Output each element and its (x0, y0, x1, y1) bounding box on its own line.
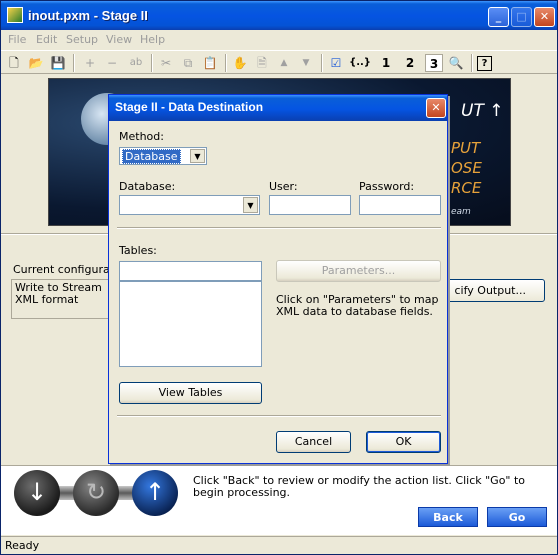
back-button[interactable]: Back (418, 507, 478, 527)
method-select[interactable]: Database ▼ (119, 147, 207, 165)
specify-output-button[interactable]: cify Output... (441, 279, 545, 302)
move-up-icon[interactable]: ▲ (275, 54, 293, 72)
down-arrow-icon[interactable]: ↓ (14, 470, 60, 516)
up-arrow-icon[interactable]: ↑ (132, 470, 178, 516)
minimize-button[interactable]: _ (488, 7, 509, 27)
close-button[interactable]: ✕ (534, 7, 555, 27)
toolbar-separator (151, 54, 153, 72)
menu-help[interactable]: Help (140, 33, 165, 46)
stage-3-icon[interactable]: 3 (425, 54, 443, 72)
tables-label: Tables: (119, 244, 157, 257)
add-icon[interactable]: + (81, 54, 99, 72)
rename-icon[interactable]: ab (125, 54, 147, 72)
banner-text: OSE (451, 159, 482, 177)
main-window: inout.pxm - Stage II _ □ ✕ File Edit Set… (0, 0, 558, 555)
password-field[interactable] (359, 195, 441, 215)
maximize-button[interactable]: □ (511, 7, 532, 27)
braces-icon[interactable]: {..} (349, 54, 371, 72)
dialog-separator (117, 415, 441, 417)
current-configuration-label: Current configura (13, 263, 110, 276)
go-button[interactable]: Go (487, 507, 547, 527)
banner-text: eam (451, 207, 471, 217)
view-tables-button[interactable]: View Tables (119, 382, 262, 404)
cut-icon[interactable]: ✂ (157, 54, 175, 72)
toolbar-separator (321, 54, 323, 72)
menu-bar: File Edit Setup View Help (1, 30, 557, 50)
app-icon (7, 7, 23, 23)
paste-icon[interactable]: 📋 (201, 54, 219, 72)
stage-1-icon[interactable]: 1 (377, 54, 395, 72)
toolbar-separator (471, 54, 473, 72)
remove-icon[interactable]: − (103, 54, 121, 72)
toolbar-separator (73, 54, 75, 72)
open-folder-icon[interactable]: 📂 (27, 54, 45, 72)
move-down-icon[interactable]: ▼ (297, 54, 315, 72)
password-label: Password: (359, 180, 415, 193)
menu-setup[interactable]: Setup (66, 33, 98, 46)
dialog-separator (117, 227, 441, 229)
wizard-help-text: Click "Back" to review or modify the act… (193, 474, 526, 499)
banner-text: UT ↑ (461, 101, 504, 121)
user-label: User: (269, 180, 298, 193)
cancel-button[interactable]: Cancel (276, 431, 351, 453)
menu-view[interactable]: View (106, 33, 132, 46)
dialog-close-button[interactable]: ✕ (426, 98, 446, 118)
properties-icon[interactable]: 🗎 (253, 54, 271, 72)
checklist-icon[interactable]: ☑ (327, 54, 345, 72)
copy-icon[interactable]: ⧉ (179, 54, 197, 72)
save-icon[interactable]: 💾 (49, 54, 67, 72)
database-label: Database: (119, 180, 176, 193)
parameters-button[interactable]: Parameters... (276, 260, 441, 282)
zoom-icon[interactable]: 🔍 (447, 54, 465, 72)
dialog-title: Stage II - Data Destination (115, 100, 264, 114)
help-icon[interactable]: ? (477, 56, 492, 71)
status-bar: Ready (1, 536, 557, 554)
method-value: Database (122, 149, 181, 164)
parameters-help-text: Click on "Parameters" to map XML data to… (276, 293, 439, 318)
rotate-icon[interactable]: ↻ (73, 470, 119, 516)
current-configuration-box: Write to Stream XML format (11, 279, 111, 319)
user-field[interactable] (269, 195, 351, 215)
status-text: Ready (5, 539, 40, 552)
window-title: inout.pxm - Stage II (28, 8, 148, 23)
dialog-title-bar[interactable]: Stage II - Data Destination ✕ (109, 95, 447, 121)
method-label: Method: (119, 130, 164, 143)
toolbar-separator (225, 54, 227, 72)
tables-list[interactable] (119, 281, 262, 367)
menu-edit[interactable]: Edit (36, 33, 57, 46)
hand-icon[interactable]: ✋ (231, 54, 249, 72)
menu-file[interactable]: File (8, 33, 26, 46)
new-file-icon[interactable]: 🗋 (5, 54, 23, 72)
banner-text: PUT (451, 139, 481, 157)
toolbar: 🗋 📂 💾 + − ab ✂ ⧉ 📋 ✋ 🗎 ▲ ▼ ☑ {..} 1 2 3 … (1, 50, 557, 74)
chevron-down-icon[interactable]: ▼ (243, 197, 258, 213)
stage-2-icon[interactable]: 2 (401, 54, 419, 72)
database-select[interactable]: ▼ (119, 195, 260, 215)
config-line: XML format (15, 293, 79, 306)
banner-text: RCE (451, 179, 482, 197)
ok-button[interactable]: OK (366, 431, 441, 453)
data-destination-dialog: Stage II - Data Destination ✕ Method: Da… (108, 94, 448, 464)
title-bar[interactable]: inout.pxm - Stage II _ □ ✕ (1, 1, 557, 30)
chevron-down-icon[interactable]: ▼ (190, 149, 205, 163)
tables-input[interactable] (119, 261, 262, 281)
